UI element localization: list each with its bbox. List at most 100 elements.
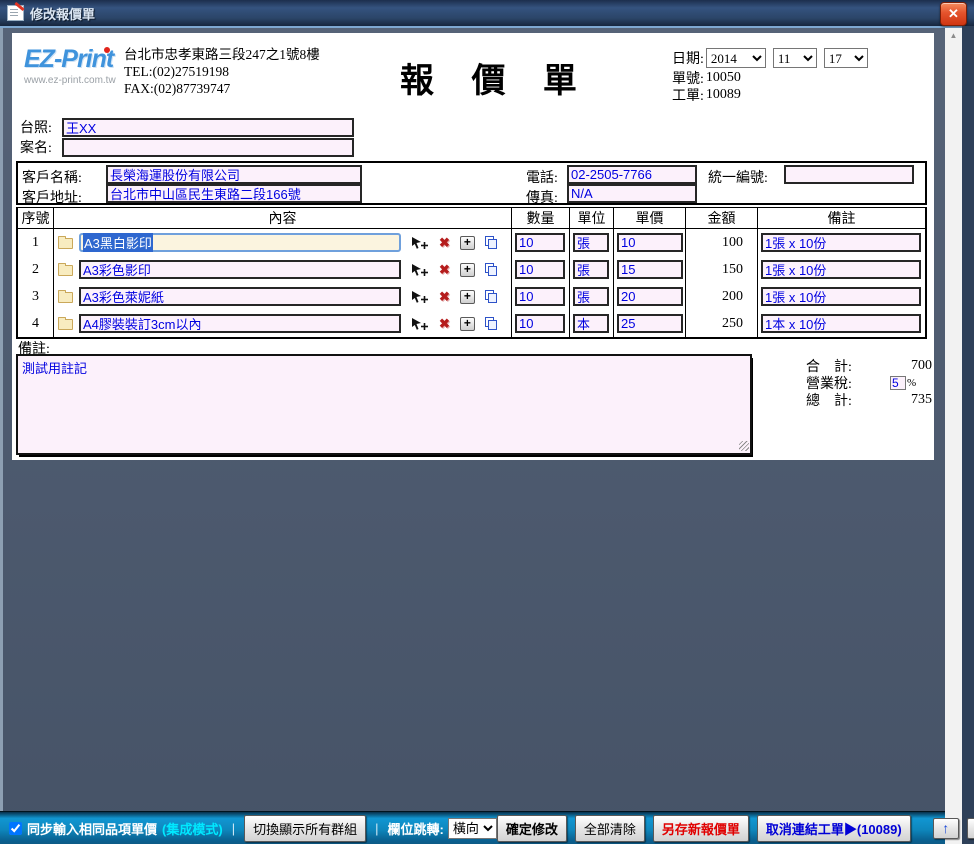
content-input[interactable] (79, 314, 401, 333)
customer-name-label: 客戶名稱: (22, 167, 82, 187)
sync-price-checkbox[interactable] (9, 822, 22, 835)
taizhao-row: 台照: (20, 117, 354, 137)
qty-input[interactable] (515, 314, 565, 333)
job-no-value: 10089 (706, 87, 741, 103)
insert-row-button[interactable]: + (460, 263, 475, 277)
edit-quotation-window: 修改報價單 ✕ ▲ ▼ EZ-Print www.ez-print.com.tw… (0, 0, 974, 844)
folder-icon[interactable] (58, 292, 73, 303)
table-row: 1 A3黑白影印 ✖ + 100 (18, 229, 925, 256)
subtotal-value: 700 (868, 358, 932, 374)
total-label: 總 計: (806, 390, 868, 410)
customer-address-input[interactable] (106, 184, 362, 203)
move-pointer-icon[interactable] (411, 290, 429, 304)
move-up-button[interactable]: ↑ (933, 818, 959, 839)
taizhao-input[interactable] (62, 118, 354, 137)
tax-id-input[interactable] (784, 165, 914, 184)
insert-row-button[interactable]: + (460, 236, 475, 250)
copy-row-icon[interactable] (485, 317, 498, 331)
move-down-button[interactable]: ↓ (967, 818, 974, 839)
toolbar-separator: | (232, 821, 235, 836)
row-note-input[interactable] (761, 233, 921, 252)
folder-icon[interactable] (58, 265, 73, 276)
copy-row-icon[interactable] (485, 263, 498, 277)
scroll-up-icon[interactable]: ▲ (945, 28, 962, 43)
case-name-label: 案名: (20, 137, 62, 157)
content-input[interactable] (79, 260, 401, 279)
row-note-input[interactable] (761, 260, 921, 279)
field-jump-select[interactable]: 橫向 (448, 818, 497, 839)
row-number: 3 (18, 283, 54, 310)
folder-icon[interactable] (58, 238, 73, 249)
notes-area-wrap: 測試用註記 (16, 354, 752, 455)
items-header-row: 序號 內容 數量 單位 單價 金額 備註 (18, 208, 925, 229)
insert-row-button[interactable]: + (460, 317, 475, 331)
price-input[interactable] (617, 287, 683, 306)
qty-input[interactable] (515, 260, 565, 279)
order-no-value: 10050 (706, 70, 741, 86)
save-as-new-button[interactable]: 另存新報價單 (653, 815, 749, 842)
table-row: 4 ✖ + 250 (18, 310, 925, 337)
window-right-border (962, 26, 974, 844)
toolbar-actions: 確定修改 全部清除 另存新報價單 取消連結工單▶(10089) ↑ ↓ (497, 815, 974, 842)
unlink-job-button[interactable]: 取消連結工單▶(10089) (757, 815, 911, 842)
window-title: 修改報價單 (30, 4, 95, 23)
move-pointer-icon[interactable] (411, 236, 429, 250)
row-note-input[interactable] (761, 314, 921, 333)
row-number: 4 (18, 310, 54, 337)
price-input[interactable] (617, 260, 683, 279)
unit-input[interactable] (573, 260, 609, 279)
price-input[interactable] (617, 233, 683, 252)
case-name-row: 案名: (20, 137, 354, 157)
phone-input[interactable] (567, 165, 697, 184)
title-bar[interactable]: 修改報價單 (0, 0, 974, 26)
unit-input[interactable] (573, 314, 609, 333)
col-header-content: 內容 (54, 208, 512, 228)
insert-row-button[interactable]: + (460, 290, 475, 304)
edit-document-icon (7, 5, 24, 21)
col-header-qty: 數量 (512, 208, 570, 228)
row-note-input[interactable] (761, 287, 921, 306)
delete-row-icon[interactable]: ✖ (439, 262, 450, 278)
year-select[interactable]: 2014 (706, 48, 766, 68)
toggle-groups-button[interactable]: 切換顯示所有群組 (244, 815, 366, 842)
notes-textarea[interactable]: 測試用註記 (16, 354, 752, 455)
move-pointer-icon[interactable] (411, 263, 429, 277)
total-value: 735 (868, 392, 932, 408)
delete-row-icon[interactable]: ✖ (439, 289, 450, 305)
copy-row-icon[interactable] (485, 236, 498, 250)
fax-input[interactable] (567, 184, 697, 203)
unit-input[interactable] (573, 233, 609, 252)
copy-row-icon[interactable] (485, 290, 498, 304)
field-jump-label: 欄位跳轉: (387, 819, 443, 838)
confirm-edit-button[interactable]: 確定修改 (497, 815, 567, 842)
case-name-input[interactable] (62, 138, 354, 157)
content-input[interactable]: A3黑白影印 (79, 233, 401, 252)
price-input[interactable] (617, 314, 683, 333)
qty-input[interactable] (515, 233, 565, 252)
vertical-scrollbar[interactable]: ▲ ▼ (945, 28, 962, 844)
folder-icon[interactable] (58, 319, 73, 330)
delete-row-icon[interactable]: ✖ (439, 235, 450, 251)
content-input[interactable] (79, 287, 401, 306)
table-row: 2 ✖ + 150 (18, 256, 925, 283)
tax-rate-input[interactable] (890, 376, 906, 390)
amount-value: 150 (686, 256, 758, 283)
move-pointer-icon[interactable] (411, 317, 429, 331)
row-number: 1 (18, 229, 54, 256)
resize-grip-icon[interactable] (739, 441, 749, 451)
tax-id-label: 統一編號: (708, 167, 768, 187)
month-select[interactable]: 11 (773, 48, 817, 68)
date-label: 日期: (672, 48, 704, 68)
fax-label: 傳真: (526, 187, 558, 207)
row-number: 2 (18, 256, 54, 283)
clear-all-button[interactable]: 全部清除 (575, 815, 645, 842)
company-address-block: 台北市忠孝東路三段247之1號8樓 TEL:(02)27519198 FAX:(… (124, 46, 320, 97)
close-button[interactable]: ✕ (940, 2, 967, 26)
day-select[interactable]: 17 (824, 48, 868, 68)
delete-row-icon[interactable]: ✖ (439, 316, 450, 332)
qty-input[interactable] (515, 287, 565, 306)
totals-block: 合 計: 700 營業稅: % 總 計: 735 (806, 357, 932, 408)
unit-input[interactable] (573, 287, 609, 306)
items-table: 序號 內容 數量 單位 單價 金額 備註 1 A3黑白影印 ✖ + (16, 207, 927, 339)
customer-name-input[interactable] (106, 165, 362, 184)
